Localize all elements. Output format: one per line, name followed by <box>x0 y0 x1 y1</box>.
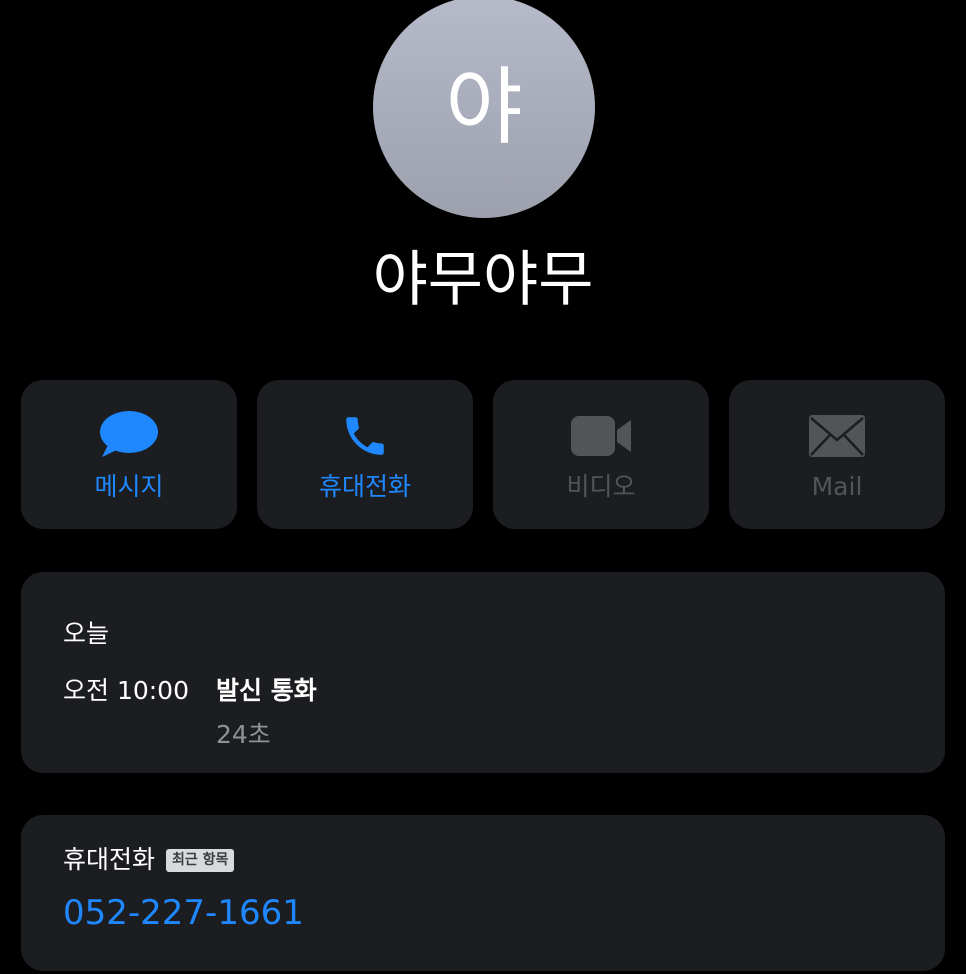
contact-name: 야무야무 <box>372 245 594 315</box>
quick-actions: 메시지 휴대전화 비디오 Mail <box>21 380 945 529</box>
message-button[interactable]: 메시지 <box>21 380 237 529</box>
video-call-button[interactable]: 비디오 <box>493 380 709 529</box>
phone-label: 휴대전화 <box>63 845 156 874</box>
recent-badge: 최근 항목 <box>166 848 235 872</box>
phone-call-button-label: 휴대전화 <box>318 472 411 501</box>
message-button-label: 메시지 <box>94 472 164 501</box>
phone-label-row: 휴대전화 최근 항목 <box>63 843 235 877</box>
mail-button-label: Mail <box>811 472 863 501</box>
recent-calls-day: 오늘 <box>63 619 110 648</box>
phone-call-button[interactable]: 휴대전화 <box>257 380 473 529</box>
recent-call-duration: 24초 <box>216 720 271 749</box>
recent-calls-card: 오늘 오전 10:00 발신 통화 24초 <box>21 572 945 773</box>
recent-call-time: 오전 10:00 <box>63 676 189 705</box>
phone-number-link[interactable]: 052-227-1661 <box>63 891 304 935</box>
message-bubble-icon <box>21 408 237 464</box>
avatar-initial: 야 <box>445 58 523 156</box>
video-camera-icon <box>493 408 709 464</box>
recent-call-type: 발신 통화 <box>216 676 317 705</box>
mail-button[interactable]: Mail <box>729 380 945 529</box>
mail-envelope-icon <box>729 408 945 464</box>
phone-number-card[interactable]: 휴대전화 최근 항목 052-227-1661 <box>21 815 945 971</box>
video-call-button-label: 비디오 <box>566 472 636 501</box>
contact-avatar[interactable]: 야 <box>373 0 595 218</box>
phone-icon <box>257 408 473 464</box>
